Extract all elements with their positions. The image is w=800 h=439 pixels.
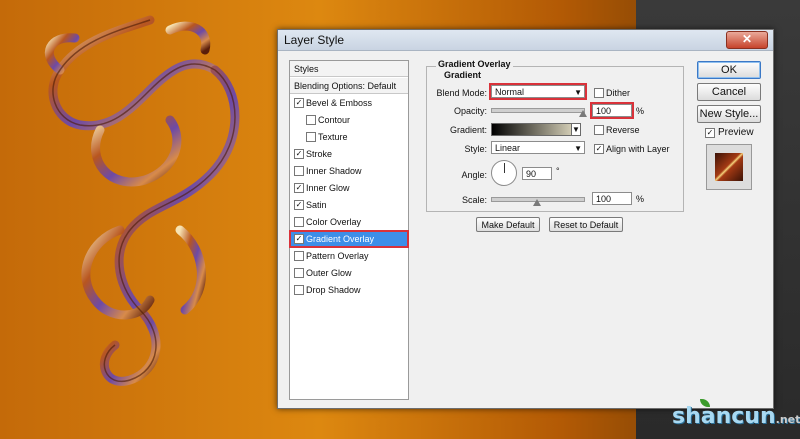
style-item-checkbox[interactable]: ✓ <box>294 98 304 108</box>
angle-label: Angle: <box>461 170 487 180</box>
style-item[interactable]: ✓ Stroke <box>290 146 408 162</box>
styles-header[interactable]: Styles <box>290 61 408 77</box>
style-item-checkbox[interactable] <box>294 166 304 176</box>
style-item-label: Gradient Overlay <box>306 234 375 244</box>
style-item-label: Color Overlay <box>306 217 362 227</box>
style-item[interactable]: ✓ Gradient Overlay <box>289 230 409 248</box>
preview-swatch <box>715 153 743 181</box>
style-item[interactable]: Inner Shadow <box>290 163 408 179</box>
align-layer-label: Align with Layer <box>606 144 670 154</box>
style-item-label: Texture <box>318 132 348 142</box>
style-item-checkbox[interactable]: ✓ <box>294 149 304 159</box>
style-item-label: Pattern Overlay <box>306 251 369 261</box>
scale-input[interactable]: 100 <box>592 192 632 205</box>
style-item[interactable]: Pattern Overlay <box>290 248 408 264</box>
dragon-artwork <box>44 15 240 386</box>
style-item-checkbox[interactable] <box>306 132 316 142</box>
preview-label: Preview <box>718 127 754 138</box>
style-item-label: Contour <box>318 115 351 125</box>
reverse-checkbox[interactable] <box>594 125 604 135</box>
preview-checkbox[interactable]: ✓ <box>705 128 715 138</box>
watermark: shancun.net <box>672 404 800 429</box>
scale-unit: % <box>636 194 645 204</box>
reverse-label: Reverse <box>606 125 640 135</box>
angle-unit: ° <box>556 166 560 176</box>
style-item-checkbox[interactable] <box>294 251 304 261</box>
opacity-unit: % <box>636 106 645 116</box>
style-item-label: Bevel & Emboss <box>306 98 373 108</box>
style-item[interactable]: Contour <box>290 112 408 128</box>
style-item[interactable]: Color Overlay <box>290 214 408 230</box>
styles-header-label: Styles <box>294 64 319 74</box>
layer-style-dialog: Layer Style ✕ Styles Blending Options: D… <box>277 29 774 409</box>
opacity-slider-thumb[interactable] <box>579 110 587 117</box>
blending-options[interactable]: Blending Options: Default <box>290 78 408 94</box>
scale-slider-thumb[interactable] <box>533 199 541 206</box>
style-item[interactable]: Drop Shadow <box>290 282 408 298</box>
gradient-swatch[interactable] <box>491 123 581 136</box>
angle-dial[interactable] <box>491 160 517 186</box>
style-item-checkbox[interactable]: ✓ <box>294 234 304 244</box>
align-layer-checkbox[interactable]: ✓ <box>594 144 604 154</box>
style-item-checkbox[interactable] <box>306 115 316 125</box>
scale-label: Scale: <box>461 195 487 205</box>
group-title: Gradient Overlay <box>436 59 513 69</box>
opacity-value: 100 <box>596 106 612 116</box>
close-icon[interactable]: ✕ <box>726 31 768 49</box>
style-item-label: Inner Shadow <box>306 166 362 176</box>
watermark-suffix: .net <box>775 413 800 426</box>
style-item-label: Inner Glow <box>306 183 350 193</box>
dither-label: Dither <box>606 88 631 98</box>
blend-mode-select[interactable]: Normal ▼ <box>489 83 587 100</box>
angle-needle <box>504 163 505 173</box>
reset-default-button[interactable]: Reset to Default <box>549 217 623 232</box>
dither-checkbox[interactable] <box>594 88 604 98</box>
new-style-button[interactable]: New Style... <box>697 105 761 123</box>
style-item-checkbox[interactable]: ✓ <box>294 183 304 193</box>
style-item[interactable]: ✓ Bevel & Emboss <box>290 95 408 111</box>
style-item[interactable]: Outer Glow <box>290 265 408 281</box>
dialog-title: Layer Style <box>284 33 345 47</box>
watermark-text: shancun <box>672 404 776 429</box>
style-item-label: Satin <box>306 200 327 210</box>
style-item-checkbox[interactable] <box>294 217 304 227</box>
style-item[interactable]: ✓ Inner Glow <box>290 180 408 196</box>
style-select[interactable]: Linear ▼ <box>491 141 585 154</box>
style-item-checkbox[interactable] <box>294 268 304 278</box>
gradient-label: Gradient: <box>449 125 487 135</box>
chevron-down-icon: ▼ <box>574 144 582 153</box>
preview-thumbnail <box>706 144 752 190</box>
scale-value: 100 <box>596 194 612 204</box>
blending-options-label: Blending Options: Default <box>294 81 397 91</box>
style-label: Style: <box>464 144 487 154</box>
make-default-button[interactable]: Make Default <box>476 217 540 232</box>
blend-mode-label: Blend Mode: <box>436 88 487 98</box>
opacity-label: Opacity: <box>453 106 487 116</box>
subgroup-title: Gradient <box>442 70 484 80</box>
angle-value: 90 <box>526 169 537 179</box>
blend-mode-value: Normal <box>495 87 525 97</box>
cancel-button[interactable]: Cancel <box>697 83 761 101</box>
style-item-checkbox[interactable] <box>294 285 304 295</box>
style-item-checkbox[interactable]: ✓ <box>294 200 304 210</box>
style-value: Linear <box>495 143 521 153</box>
opacity-input[interactable]: 100 <box>590 102 634 119</box>
angle-input[interactable]: 90 <box>522 167 552 180</box>
style-item[interactable]: Texture <box>290 129 408 145</box>
opacity-slider-track[interactable] <box>491 108 585 113</box>
gradient-dropdown-icon[interactable]: ▼ <box>571 123 581 136</box>
style-item[interactable]: ✓ Satin <box>290 197 408 213</box>
dialog-titlebar: Layer Style ✕ <box>278 30 773 51</box>
styles-panel: Styles Blending Options: Default ✓ Bevel … <box>289 60 409 400</box>
chevron-down-icon: ▼ <box>574 88 582 97</box>
ok-button[interactable]: OK <box>697 61 761 79</box>
style-item-label: Drop Shadow <box>306 285 361 295</box>
style-item-label: Stroke <box>306 149 333 159</box>
style-item-label: Outer Glow <box>306 268 352 278</box>
